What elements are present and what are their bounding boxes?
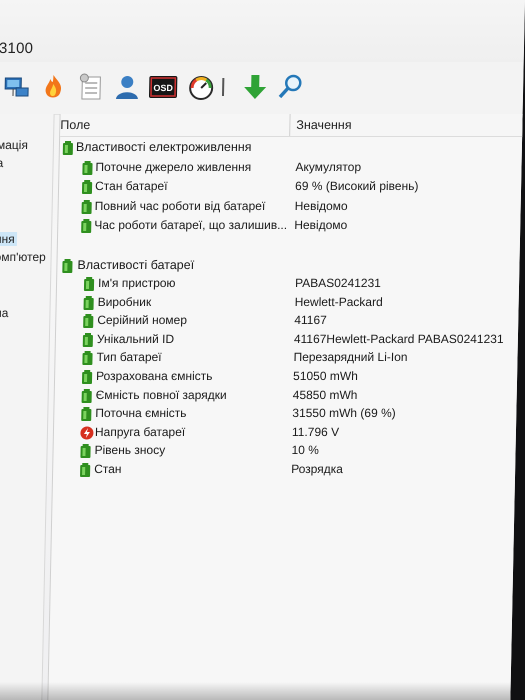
- screen-shadow: [0, 682, 511, 700]
- table-row[interactable]: Напруга батареї 11.796 V: [54, 424, 524, 442]
- field-name: Поточна ємність: [95, 406, 187, 421]
- battery-icon: [81, 199, 93, 214]
- battery-icon: [83, 277, 95, 291]
- field-value: 31550 mWh (69 %): [292, 406, 396, 421]
- field-value: 10 %: [291, 443, 320, 458]
- battery-icon: [81, 351, 93, 366]
- app-window: 3100 OSD мація а ння омп'ютер ма Поле Зн…: [0, 0, 525, 700]
- title-bar: 3100: [0, 0, 525, 62]
- section-header[interactable]: Властивості електроживлення: [60, 139, 525, 157]
- battery-icon: [81, 370, 93, 384]
- section-header[interactable]: Властивості батареї: [57, 257, 525, 275]
- navigation-tree: мація а ння омп'ютер ма х: [0, 114, 55, 700]
- battery-icon: [79, 444, 91, 459]
- field-value: 45850 mWh: [292, 387, 358, 402]
- field-name: Повний час роботи від батареї: [94, 198, 266, 213]
- table-row[interactable]: Ємність повної зарядки 45850 mWh: [55, 387, 525, 405]
- field-name: Час роботи батареї, що залишив...: [94, 217, 288, 232]
- battery-icon: [82, 314, 94, 329]
- field-name: Ємність повної зарядки: [95, 387, 227, 402]
- nav-item[interactable]: ма: [0, 306, 9, 320]
- battery-icon: [61, 259, 73, 273]
- table-row[interactable]: Стан батареї 69 % (Високий рівень): [59, 178, 525, 196]
- column-divider[interactable]: [289, 114, 291, 136]
- field-value: Невідомо: [294, 217, 348, 232]
- field-name: Ім'я пристрою: [97, 276, 176, 290]
- details-table: Поле Значення Властивості електроживленн…: [47, 114, 525, 700]
- field-name: Розрахована ємність: [95, 369, 213, 383]
- field-name: Стан батареї: [94, 179, 168, 194]
- field-value: 11.796 V: [291, 424, 340, 439]
- field-value: Hewlett-Packard: [294, 294, 383, 309]
- table-row[interactable]: Серійний номер 41167: [56, 312, 525, 330]
- table-row[interactable]: Розрахована ємність 51050 mWh: [55, 368, 525, 386]
- battery-icon: [62, 141, 74, 155]
- battery-icon: [81, 388, 93, 403]
- field-value: 69 % (Високий рівень): [294, 179, 419, 194]
- voltage-icon: [80, 426, 94, 440]
- field-name: Напруга батареї: [94, 424, 186, 439]
- osd-label: OSD: [153, 83, 173, 93]
- field-value: 41167: [294, 313, 327, 328]
- section-title: Властивості батареї: [77, 258, 195, 272]
- field-name: Рівень зносу: [94, 443, 166, 458]
- separator-icon: [220, 72, 227, 102]
- table-row[interactable]: Рівень зносу 10 %: [53, 442, 523, 460]
- field-name: Поточне джерело живлення: [95, 160, 252, 174]
- field-name: Унікальний ID: [96, 331, 175, 346]
- table-row[interactable]: Поточне джерело живлення Акумулятор: [59, 159, 525, 177]
- battery-icon: [83, 295, 95, 310]
- field-value: Акумулятор: [295, 160, 362, 174]
- field-name: Серійний номер: [97, 313, 188, 328]
- column-header-field[interactable]: Поле: [60, 118, 90, 132]
- checklist-icon[interactable]: [76, 72, 107, 102]
- battery-icon: [80, 407, 92, 422]
- battery-icon: [80, 218, 92, 233]
- battery-icon: [82, 332, 94, 347]
- field-value: PABAS0241231: [294, 276, 382, 290]
- nav-item[interactable]: мація: [0, 138, 28, 152]
- table-row[interactable]: Стан Розрядка: [53, 461, 523, 479]
- osd-icon[interactable]: OSD: [148, 72, 179, 102]
- toolbar: OSD: [0, 62, 524, 115]
- table-row[interactable]: Час роботи батареї, що залишив... Невідом…: [58, 217, 525, 235]
- table-row[interactable]: Повний час роботи від батареї Невідомо: [58, 198, 525, 216]
- field-value: Невідомо: [294, 198, 348, 213]
- table-row[interactable]: Виробник Hewlett-Packard: [56, 294, 525, 312]
- table-row[interactable]: Тип батареї Перезарядний Li-Ion: [55, 349, 525, 367]
- section-title: Властивості електроживлення: [75, 140, 252, 154]
- table-row[interactable]: Ім'я пристрою PABAS0241231: [57, 275, 525, 293]
- column-header-value[interactable]: Значення: [296, 118, 351, 132]
- download-arrow-icon[interactable]: [240, 72, 271, 102]
- fire-icon[interactable]: [38, 72, 69, 102]
- field-value: Перезарядний Li-Ion: [293, 350, 408, 365]
- search-icon[interactable]: [276, 72, 307, 102]
- gauge-icon[interactable]: [186, 72, 217, 102]
- user-icon[interactable]: [112, 72, 143, 102]
- nav-item[interactable]: а: [0, 156, 3, 170]
- battery-icon: [81, 180, 93, 195]
- battery-icon: [81, 161, 93, 175]
- table-header: Поле Значення: [60, 114, 525, 137]
- field-name: Тип батареї: [96, 350, 162, 365]
- field-value: 51050 mWh: [292, 369, 358, 383]
- field-name: Стан: [94, 462, 122, 476]
- nav-item-selected[interactable]: ння: [0, 232, 17, 246]
- table-row[interactable]: Поточна ємність 31550 mWh (69 %): [54, 405, 524, 423]
- window-title: 3100: [0, 40, 34, 57]
- field-name: Виробник: [97, 294, 152, 309]
- field-value: 41167Hewlett-Packard PABAS0241231: [293, 331, 504, 346]
- battery-icon: [79, 463, 91, 477]
- network-icon[interactable]: [2, 72, 33, 102]
- field-value: Розрядка: [291, 462, 344, 476]
- nav-item[interactable]: омп'ютер: [0, 250, 46, 264]
- table-row[interactable]: Унікальний ID 41167Hewlett-Packard PABAS0…: [56, 331, 525, 349]
